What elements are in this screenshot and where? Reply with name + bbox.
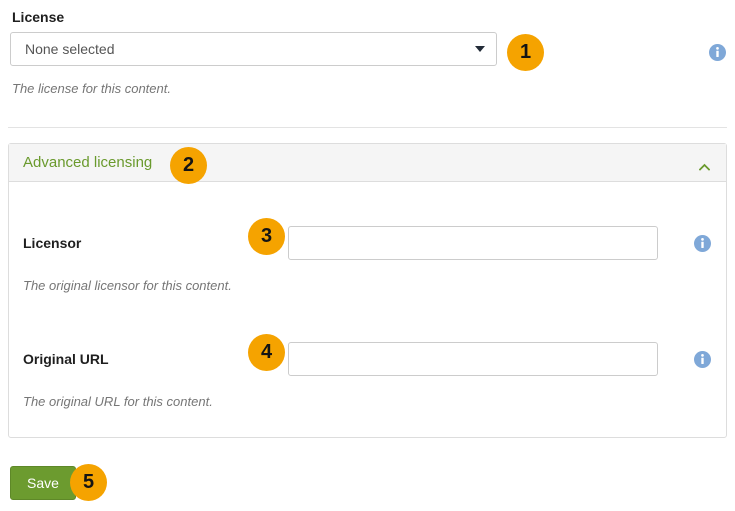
step-badge-3: 3 xyxy=(248,218,285,255)
licensor-input[interactable] xyxy=(288,226,658,260)
step-badge-1: 1 xyxy=(507,34,544,71)
original-url-help-text: The original URL for this content. xyxy=(23,394,213,409)
chevron-up-icon[interactable] xyxy=(698,160,711,171)
section-divider xyxy=(8,127,727,128)
original-url-row: Original URL xyxy=(9,342,726,376)
original-url-input[interactable] xyxy=(288,342,658,376)
license-select-wrapper: None selected xyxy=(10,32,497,66)
step-badge-5: 5 xyxy=(70,464,107,501)
licensor-help-text: The original licensor for this content. xyxy=(23,278,232,293)
license-help-text: The license for this content. xyxy=(12,81,171,96)
advanced-licensing-panel: Advanced licensing Licensor The original… xyxy=(8,143,727,438)
original-url-label: Original URL xyxy=(23,351,109,367)
license-field-group: License None selected The license for th… xyxy=(10,8,725,97)
licensor-label: Licensor xyxy=(23,235,82,251)
advanced-licensing-title: Advanced licensing xyxy=(23,153,153,171)
license-select[interactable]: None selected xyxy=(10,32,497,66)
info-circle-icon[interactable] xyxy=(694,235,711,252)
save-button[interactable]: Save xyxy=(10,466,76,500)
step-badge-2: 2 xyxy=(170,147,207,184)
info-circle-icon[interactable] xyxy=(694,351,711,368)
license-label: License xyxy=(12,9,65,25)
advanced-licensing-body: Licensor The original licensor for this … xyxy=(9,182,726,437)
licensor-row: Licensor xyxy=(9,226,726,260)
info-circle-icon[interactable] xyxy=(709,44,726,61)
step-badge-4: 4 xyxy=(248,334,285,371)
license-select-value: None selected xyxy=(25,41,115,57)
advanced-licensing-header[interactable]: Advanced licensing xyxy=(9,144,726,182)
